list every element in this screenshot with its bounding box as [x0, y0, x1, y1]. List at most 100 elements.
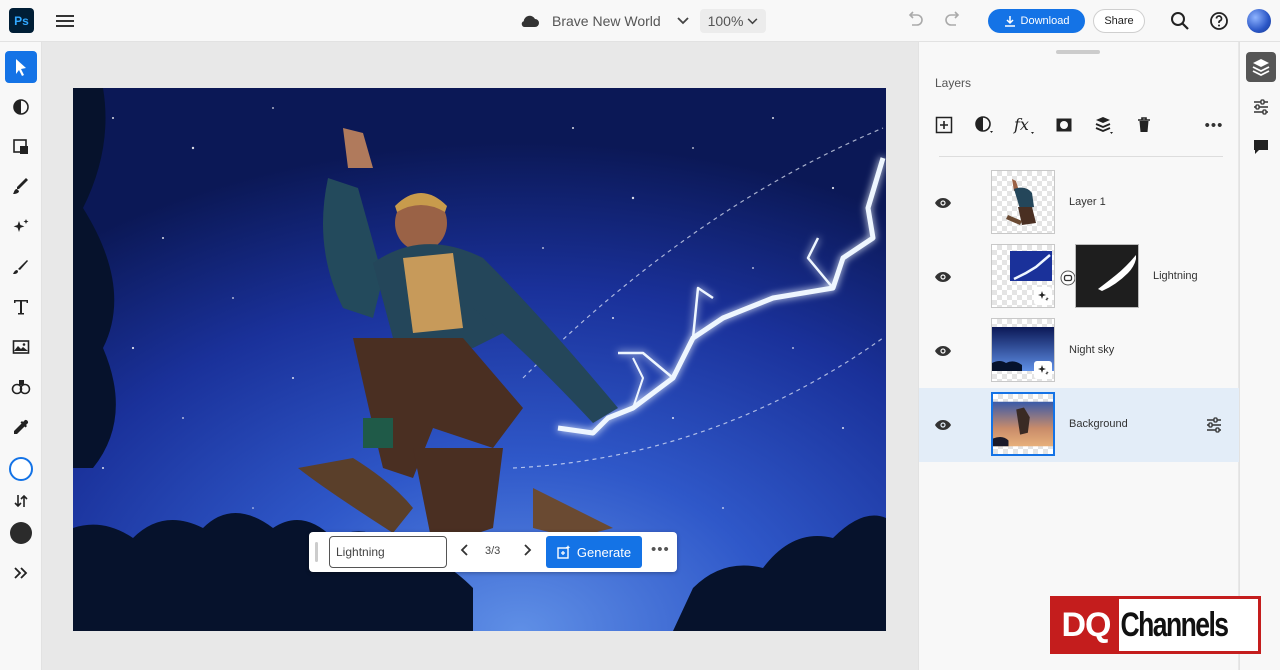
expand-icon: [14, 567, 28, 579]
layers-panel-button[interactable]: [1246, 52, 1276, 82]
more-options-icon[interactable]: •••: [651, 541, 670, 558]
eyedropper-tool[interactable]: [5, 411, 37, 443]
type-tool[interactable]: [5, 291, 37, 323]
variation-count: 3/3: [485, 545, 501, 557]
share-button[interactable]: Share: [1093, 9, 1145, 33]
zoom-dropdown[interactable]: 100%: [700, 9, 766, 33]
sparkle-icon: [1038, 291, 1049, 301]
adjust-icon: [13, 99, 29, 115]
drag-handle[interactable]: [315, 542, 318, 562]
sparkle-icon: [1038, 365, 1049, 375]
layer-name: Background: [1069, 418, 1128, 430]
generate-button[interactable]: Generate: [546, 536, 642, 568]
avatar[interactable]: [1247, 9, 1271, 33]
chevron-left-icon: [460, 544, 468, 556]
image-icon: [12, 340, 30, 354]
layer-row-night-sky[interactable]: Night sky: [919, 314, 1239, 388]
adjust-tool[interactable]: [5, 91, 37, 123]
undo-icon[interactable]: [906, 11, 924, 32]
layer-row-background[interactable]: Background: [919, 388, 1239, 462]
comment-icon: [1254, 140, 1268, 154]
layer-thumbnail: [991, 318, 1055, 382]
sliders-icon: [1254, 99, 1268, 115]
swap-icon: [14, 494, 28, 508]
generated-badge: [1034, 287, 1052, 305]
cloud-icon: [521, 15, 539, 28]
quick-actions-tool[interactable]: [5, 131, 37, 163]
photoshop-logo[interactable]: Ps: [9, 8, 34, 33]
eye-icon[interactable]: [934, 345, 952, 357]
swap-colors-button[interactable]: [5, 485, 37, 517]
generative-fill-bar: 3/3 Generate •••: [309, 532, 677, 572]
layer-name: Layer 1: [1069, 196, 1106, 208]
top-bar: Ps Brave New World 100% Download Share: [0, 0, 1280, 42]
layer-name: Lightning: [1153, 270, 1198, 282]
eye-icon[interactable]: [934, 271, 952, 283]
tools-toolbar: [0, 42, 42, 670]
panel-title: Layers: [935, 76, 972, 90]
spot-heal-icon: [13, 219, 29, 232]
clone-tool[interactable]: [5, 371, 37, 403]
menu-icon[interactable]: [56, 12, 74, 28]
document-title[interactable]: Brave New World: [552, 13, 661, 29]
layer-row-lightning[interactable]: Lightning: [919, 240, 1239, 314]
type-icon: [14, 300, 28, 315]
download-icon: [1004, 16, 1015, 27]
select-icon: [16, 59, 26, 76]
chevron-right-icon: [524, 544, 532, 556]
eye-icon[interactable]: [934, 419, 952, 431]
generated-badge: [1034, 361, 1052, 379]
image-tool[interactable]: [5, 331, 37, 363]
effects-icon[interactable]: fx: [1013, 114, 1035, 136]
redo-icon[interactable]: [944, 11, 962, 32]
layer-thumbnail: [991, 244, 1055, 308]
layer-thumbnail: [991, 170, 1055, 234]
eye-icon[interactable]: [934, 197, 952, 209]
paint-icon: [13, 260, 28, 274]
layer-name: Night sky: [1069, 344, 1115, 356]
eyedropper-icon: [14, 419, 29, 434]
zoom-value: 100%: [707, 13, 744, 29]
document-title-group[interactable]: Brave New World: [520, 9, 689, 33]
brush-icon: [13, 178, 28, 194]
stroke-color-icon: [9, 457, 33, 481]
properties-panel-button[interactable]: [1246, 92, 1276, 122]
layers-icon: [1252, 59, 1270, 77]
divider: [939, 156, 1223, 157]
layer-row-layer-1[interactable]: Layer 1: [919, 166, 1239, 240]
fill-color-swatch[interactable]: [5, 517, 37, 549]
generate-icon: [557, 545, 571, 559]
chevron-down-icon[interactable]: [677, 14, 689, 28]
prompt-input[interactable]: [329, 536, 447, 568]
spot-heal-tool[interactable]: [5, 211, 37, 243]
next-variation-button[interactable]: [522, 543, 532, 560]
search-icon[interactable]: [1170, 11, 1190, 31]
mask-icon[interactable]: [1053, 114, 1075, 136]
mask-thumbnail[interactable]: [1075, 244, 1139, 308]
layer-thumbnail: [991, 392, 1055, 456]
logo-dq-text: DQ: [1053, 599, 1119, 651]
brush-tool[interactable]: [5, 171, 37, 203]
select-tool[interactable]: [5, 51, 37, 83]
help-icon[interactable]: [1209, 11, 1229, 31]
logo-channels-text: Channels: [1120, 605, 1229, 644]
adjustment-layer-icon[interactable]: [973, 114, 995, 136]
layer-properties-icon[interactable]: [1205, 416, 1223, 434]
link-icon[interactable]: [1060, 270, 1076, 286]
fill-color-icon: [10, 522, 32, 544]
layers-panel: Layers fx ••• Layer 1 Lightning Night sk…: [918, 42, 1239, 670]
layers-toolbar: fx •••: [933, 114, 1228, 138]
delete-icon[interactable]: [1133, 114, 1155, 136]
stroke-color-swatch[interactable]: [5, 453, 37, 485]
expand-toolbar-button[interactable]: [5, 557, 37, 589]
layer-stack-icon[interactable]: [1093, 114, 1115, 136]
download-button[interactable]: Download: [988, 9, 1085, 33]
panel-drag-handle[interactable]: [1056, 50, 1100, 54]
clone-icon: [11, 380, 31, 395]
paint-tool[interactable]: [5, 251, 37, 283]
add-layer-icon[interactable]: [933, 114, 955, 136]
svg-text:fx: fx: [1013, 115, 1029, 134]
previous-variation-button[interactable]: [460, 543, 470, 560]
comments-panel-button[interactable]: [1246, 132, 1276, 162]
more-options-icon[interactable]: •••: [1203, 114, 1225, 136]
